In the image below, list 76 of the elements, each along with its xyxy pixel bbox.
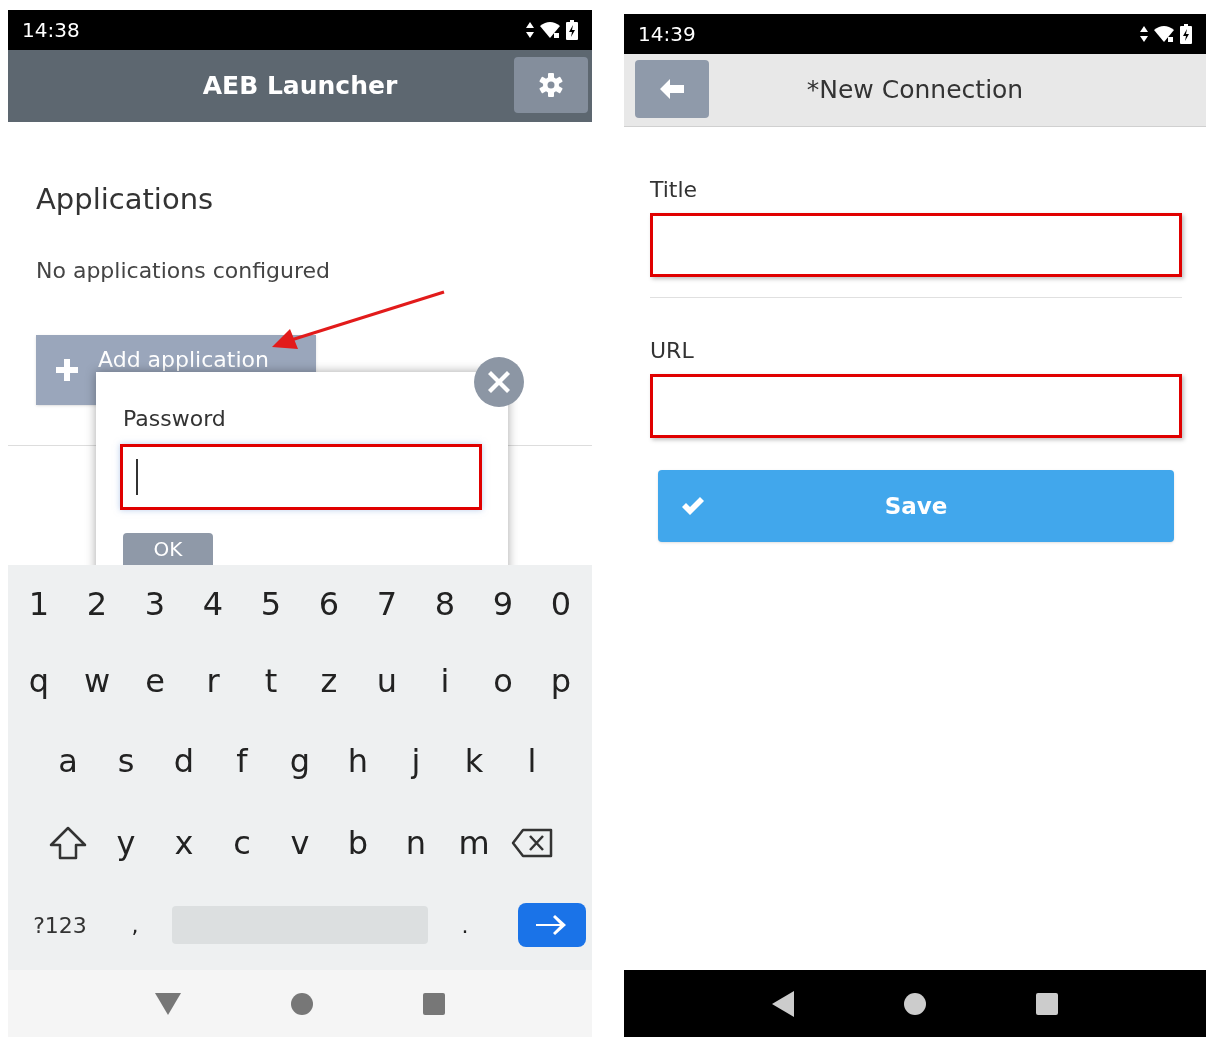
password-field[interactable] <box>120 444 482 510</box>
keyboard-key[interactable]: n <box>387 813 445 873</box>
keyboard-key[interactable]: r <box>184 651 242 711</box>
settings-icon <box>538 72 564 98</box>
keyboard-key[interactable]: z <box>300 651 358 711</box>
keyboard-key[interactable]: m <box>445 813 503 873</box>
keyboard-key[interactable]: . <box>436 895 494 955</box>
back-triangle-icon <box>155 992 181 1015</box>
empty-message: No applications configured <box>36 257 331 285</box>
keyboard-key[interactable]: 3 <box>126 574 184 634</box>
backspace-icon <box>511 828 553 858</box>
keyboard-key[interactable]: q <box>10 651 68 711</box>
keyboard-key[interactable]: 9 <box>474 574 532 634</box>
keyboard-key[interactable]: y <box>97 813 155 873</box>
data-arrows-icon <box>1140 26 1148 42</box>
back-triangle-icon <box>772 990 794 1017</box>
data-arrows-icon <box>526 22 534 38</box>
wifi-icon <box>1153 25 1175 43</box>
header-title: AEB Launcher <box>202 70 398 103</box>
settings-button[interactable] <box>514 57 588 113</box>
keyboard-key[interactable]: a <box>39 731 97 791</box>
keyboard-key[interactable]: 6 <box>300 574 358 634</box>
keyboard-key[interactable]: 1 <box>10 574 68 634</box>
text-field[interactable] <box>650 213 1182 277</box>
keyboard-key[interactable]: 4 <box>184 574 242 634</box>
enter-key[interactable] <box>518 903 586 947</box>
home-circle-icon <box>904 992 926 1015</box>
header-title: *New Connection <box>806 74 1024 107</box>
keyboard-key[interactable]: p <box>532 651 590 711</box>
keyboard-key[interactable]: 0 <box>532 574 590 634</box>
home-circle-icon <box>291 992 313 1015</box>
back-button[interactable] <box>635 60 709 118</box>
keyboard-key[interactable]: 5 <box>242 574 300 634</box>
keyboard-key[interactable]: o <box>474 651 532 711</box>
plus-icon <box>56 359 78 381</box>
keyboard-key[interactable]: i <box>416 651 474 711</box>
keyboard-key[interactable]: h <box>329 731 387 791</box>
keyboard-key[interactable]: k <box>445 731 503 791</box>
check-icon <box>682 497 704 515</box>
text-field[interactable] <box>650 374 1182 438</box>
battery-icon <box>1180 24 1192 44</box>
keyboard-key[interactable]: f <box>213 731 271 791</box>
back-arrow-icon <box>660 79 684 99</box>
field-label: Password <box>123 405 226 433</box>
field-label: Title <box>650 176 699 204</box>
recents-square-icon <box>1036 992 1058 1015</box>
keyboard-key[interactable]: , <box>106 895 164 955</box>
keyboard-key[interactable]: b <box>329 813 387 873</box>
keyboard-key[interactable]: g <box>271 731 329 791</box>
keyboard-key[interactable]: ?123 <box>14 895 106 955</box>
close-icon <box>488 371 510 393</box>
keyboard-key[interactable]: s <box>97 731 155 791</box>
shift-icon <box>49 826 87 860</box>
keyboard-key[interactable]: v <box>271 813 329 873</box>
keyboard-key[interactable]: 8 <box>416 574 474 634</box>
field-label: URL <box>650 337 695 365</box>
text-cursor <box>136 459 138 495</box>
recents-square-icon <box>423 992 445 1015</box>
keyboard-key[interactable]: 7 <box>358 574 416 634</box>
keyboard-key[interactable]: j <box>387 731 445 791</box>
right-arrow-icon <box>536 915 568 935</box>
keyboard-key[interactable]: e <box>126 651 184 711</box>
keyboard-key[interactable]: u <box>358 651 416 711</box>
status-time: 14:38 <box>22 17 80 44</box>
close-button[interactable] <box>474 357 524 407</box>
keyboard-key[interactable]: w <box>68 651 126 711</box>
section-title: Applications <box>36 181 214 218</box>
keyboard-key[interactable]: 2 <box>68 574 126 634</box>
keyboard-key[interactable]: c <box>213 813 271 873</box>
battery-icon <box>566 20 578 40</box>
keyboard-key[interactable]: t <box>242 651 300 711</box>
keyboard-key[interactable]: l <box>503 731 561 791</box>
wifi-icon <box>539 21 561 39</box>
status-time: 14:39 <box>638 21 696 48</box>
keyboard-key[interactable]: x <box>155 813 213 873</box>
keyboard-key[interactable]: d <box>155 731 213 791</box>
